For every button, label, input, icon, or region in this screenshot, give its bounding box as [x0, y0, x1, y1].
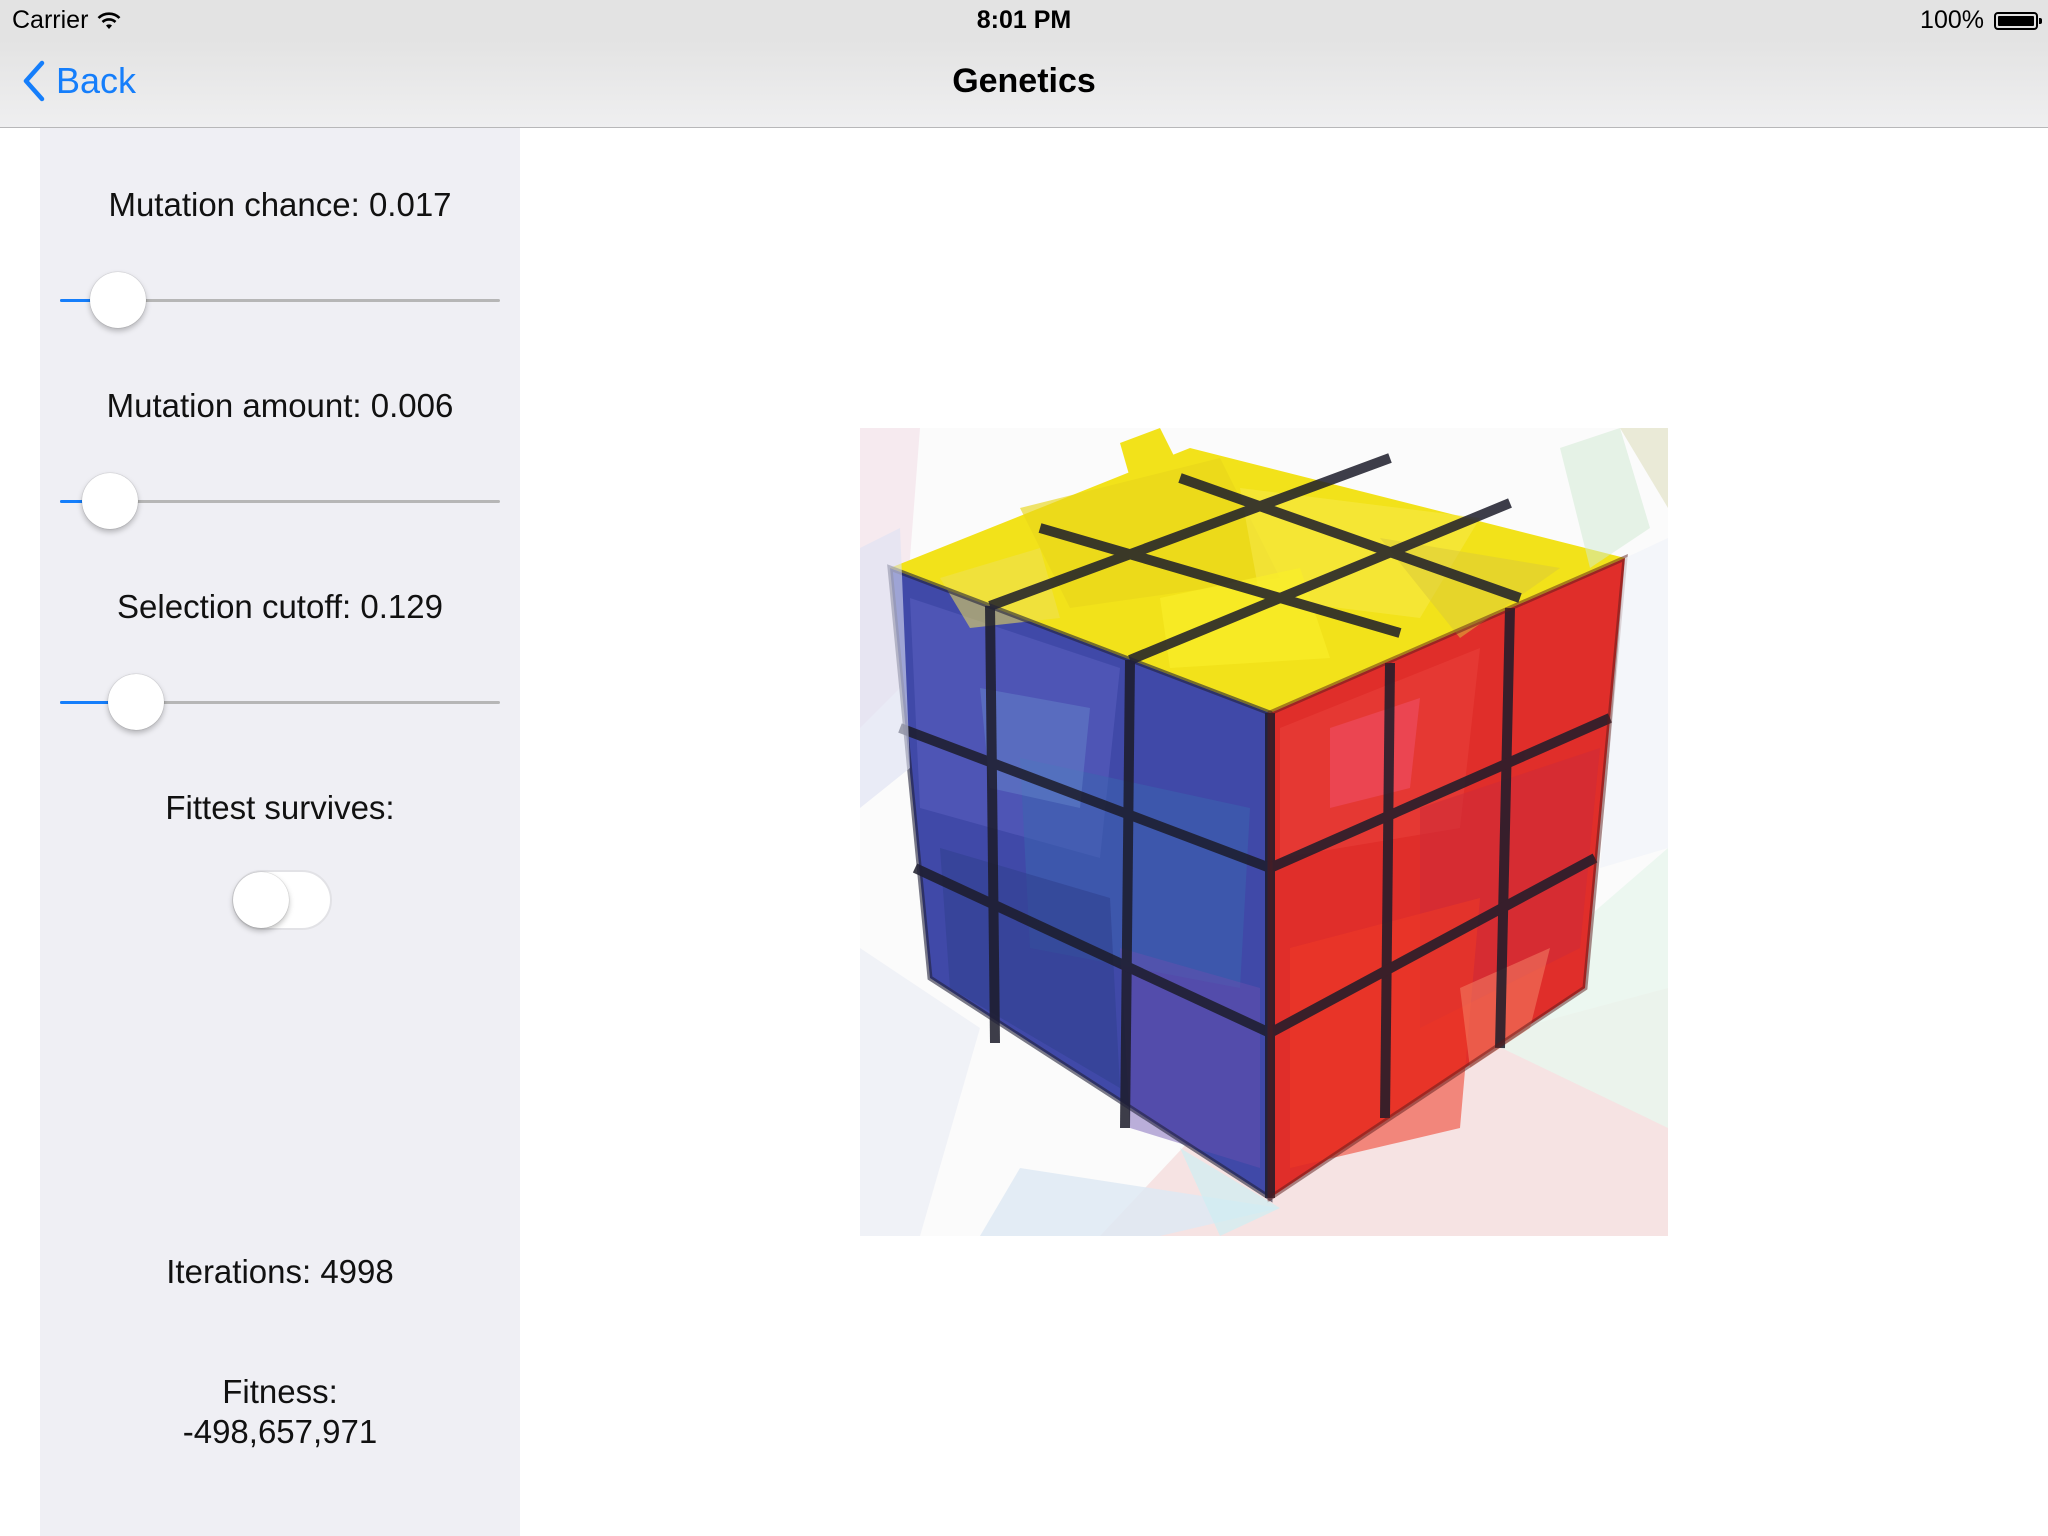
settings-sidebar: Mutation chance: 0.017 Mutation amount: …	[40, 128, 520, 1536]
page-title: Genetics	[952, 62, 1096, 100]
slider-thumb[interactable]	[90, 272, 146, 328]
status-bar: Carrier 8:01 PM 100%	[0, 0, 2048, 40]
battery-indicator: 100%	[1920, 6, 2042, 35]
fitness-value: -498,657,971	[182, 1413, 378, 1450]
selection-cutoff-slider[interactable]	[60, 672, 500, 732]
slider-thumb[interactable]	[108, 674, 164, 730]
mutation-chance-label: Mutation chance: 0.017	[108, 186, 452, 223]
iterations-count: Iterations: 4998	[166, 1253, 394, 1290]
mutation-amount-slider[interactable]	[60, 471, 500, 531]
navigation-bar: Back Genetics	[0, 40, 2048, 128]
mutation-chance-slider[interactable]	[60, 270, 500, 330]
evolved-image	[860, 428, 1668, 1236]
fitness-label: Fitness:	[222, 1373, 338, 1410]
battery-icon	[1994, 11, 2042, 30]
mutation-amount-label: Mutation amount: 0.006	[106, 387, 454, 424]
toggle-knob	[233, 872, 289, 928]
fittest-survives-label: Fittest survives:	[165, 789, 395, 826]
selection-cutoff-label: Selection cutoff: 0.129	[117, 588, 443, 625]
battery-percent: 100%	[1920, 6, 1984, 34]
slider-thumb[interactable]	[82, 473, 138, 529]
cube-image	[860, 428, 1668, 1236]
fittest-survives-toggle[interactable]	[232, 870, 332, 930]
status-time: 8:01 PM	[976, 6, 1072, 34]
